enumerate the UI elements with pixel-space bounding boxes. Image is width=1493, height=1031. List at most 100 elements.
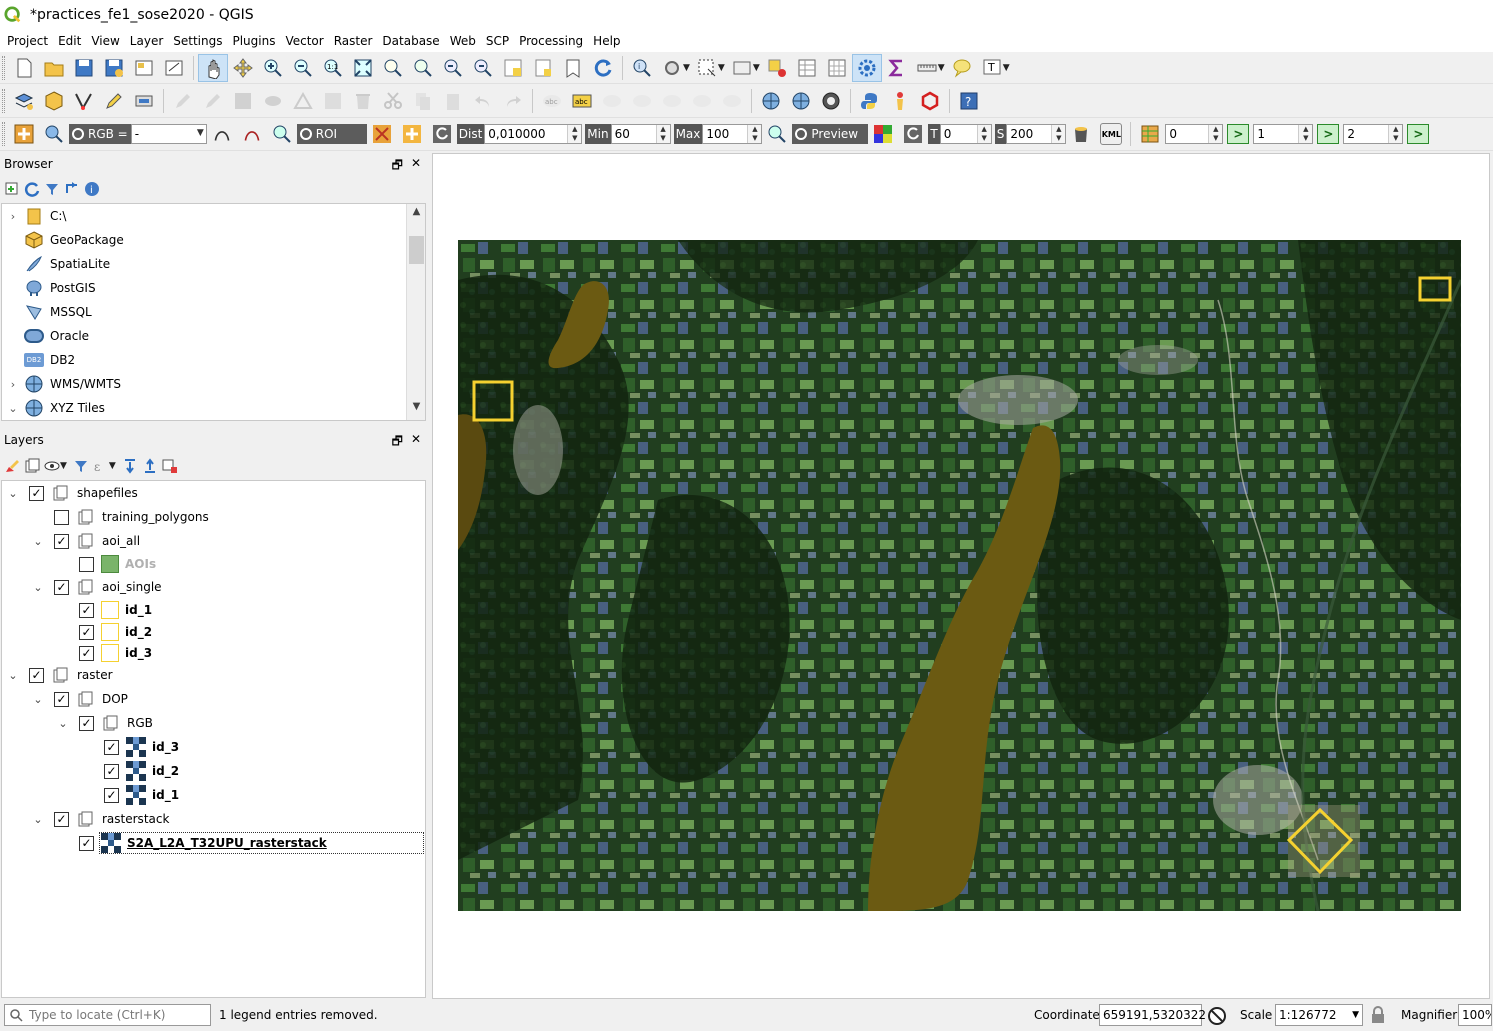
- band-calc-button[interactable]: [1135, 120, 1165, 148]
- layer-row-dop-id-3[interactable]: ✓ id_3: [2, 736, 425, 758]
- lock-icon[interactable]: [1370, 1006, 1386, 1024]
- new-print-layout-button[interactable]: [129, 54, 159, 82]
- layer-row-aoi-id-3[interactable]: ✓ id_3: [2, 642, 425, 664]
- filter-icon[interactable]: [44, 181, 60, 197]
- add-group-icon[interactable]: [24, 458, 40, 474]
- spin-arrows-icon[interactable]: ▲ ▼: [1298, 125, 1313, 143]
- scp-band-button-1[interactable]: [207, 120, 237, 148]
- chevron-up-icon[interactable]: ▲: [407, 206, 425, 223]
- python-console-button[interactable]: [855, 87, 885, 115]
- spin-arrows-icon[interactable]: ▲ ▼: [567, 125, 582, 143]
- layer-row-dop-id-2[interactable]: ✓ id_2: [2, 760, 425, 782]
- save-as-button[interactable]: [99, 54, 129, 82]
- edit-pencil-button[interactable]: [198, 87, 228, 115]
- pan-map-button[interactable]: [198, 53, 228, 82]
- eye-icon[interactable]: [44, 458, 60, 474]
- filter-icon[interactable]: [73, 458, 89, 474]
- scp-zoom-preview-button[interactable]: [762, 120, 792, 148]
- delete-selected-button[interactable]: [348, 87, 378, 115]
- browser-item-spatialite[interactable]: SpatiaLite: [2, 252, 110, 276]
- layer-checkbox[interactable]: ✓: [79, 645, 94, 661]
- layer-row-aoi-all[interactable]: ⌄ ✓ aoi_all: [2, 530, 425, 552]
- style-brush-icon[interactable]: [4, 458, 20, 474]
- label-toolbar-button-5[interactable]: [687, 87, 717, 115]
- map-canvas[interactable]: [432, 153, 1490, 999]
- zoom-layer-button[interactable]: [408, 54, 438, 82]
- layer-row-rgb[interactable]: ⌄ ✓ RGB: [2, 712, 425, 734]
- spin-arrows-icon[interactable]: ▲ ▼: [976, 125, 991, 143]
- browser-item-geopackage[interactable]: GeoPackage: [2, 228, 124, 252]
- s-spinbox[interactable]: 200 ▲ ▼: [1006, 124, 1067, 144]
- preview-radio[interactable]: Preview: [792, 124, 869, 144]
- modify-attributes-button[interactable]: [318, 87, 348, 115]
- scp-kml-button[interactable]: KML: [1096, 120, 1126, 148]
- menu-settings[interactable]: Settings: [168, 30, 227, 52]
- zoom-full-button[interactable]: [348, 54, 378, 82]
- layer-checkbox[interactable]: ✓: [54, 691, 69, 707]
- layout-manager-button[interactable]: [159, 54, 189, 82]
- zoom-native-button[interactable]: 1:1: [318, 54, 348, 82]
- t-spinbox[interactable]: 0 ▲ ▼: [939, 124, 992, 144]
- remove-layer-icon[interactable]: [162, 458, 178, 474]
- band-spinbox-3[interactable]: 2 ▲ ▼: [1343, 124, 1404, 144]
- min-spinbox[interactable]: 60 ▲ ▼: [610, 124, 671, 144]
- layer-checkbox[interactable]: [54, 509, 69, 525]
- chevron-down-icon[interactable]: ⌄: [6, 669, 20, 682]
- browser-item-wms[interactable]: › WMS/WMTS: [2, 372, 121, 396]
- scp-add-roi-button[interactable]: [397, 120, 427, 148]
- paste-features-button[interactable]: [438, 87, 468, 115]
- toolbar-grip[interactable]: [2, 55, 5, 80]
- help-button[interactable]: ?: [954, 87, 984, 115]
- layer-checkbox[interactable]: ✓: [79, 835, 94, 851]
- band-next-button-1[interactable]: >: [1227, 124, 1250, 144]
- map-tips-button[interactable]: [947, 54, 977, 82]
- new-map-view-button[interactable]: [498, 54, 528, 82]
- rgb-radio[interactable]: RGB =: [69, 124, 131, 144]
- spin-arrows-icon[interactable]: ▲ ▼: [1388, 125, 1403, 143]
- menu-database[interactable]: Database: [377, 30, 444, 52]
- chevron-down-icon[interactable]: ⌄: [6, 487, 20, 500]
- layer-checkbox[interactable]: ✓: [79, 715, 94, 731]
- dist-spinbox[interactable]: 0,010000 ▲ ▼: [484, 124, 583, 144]
- band-spinbox-1[interactable]: 0 ▲ ▼: [1165, 124, 1224, 144]
- menu-view[interactable]: View: [86, 30, 124, 52]
- scp-zoom-input-button[interactable]: [39, 120, 69, 148]
- layer-checkbox[interactable]: ✓: [104, 787, 119, 803]
- add-selected-layers-icon[interactable]: [4, 181, 20, 197]
- float-panel-icon[interactable]: 🗗: [392, 432, 403, 453]
- rgb-combo[interactable]: - ▼: [130, 124, 207, 144]
- layer-checkbox[interactable]: ✓: [29, 667, 44, 683]
- crs-toggle-icon[interactable]: [1207, 1006, 1227, 1026]
- close-icon[interactable]: ✕: [411, 156, 421, 177]
- chevron-down-icon[interactable]: ⌄: [31, 693, 45, 706]
- browser-item-mssql[interactable]: MSSQL: [2, 300, 92, 324]
- zoom-next-button[interactable]: [468, 54, 498, 82]
- chevron-down-icon[interactable]: ▼: [60, 461, 67, 471]
- data-source-manager-button[interactable]: [9, 87, 39, 115]
- layer-row-rasterstack-group[interactable]: ⌄ ✓ rasterstack: [2, 808, 425, 830]
- chevron-right-icon[interactable]: ›: [2, 210, 24, 223]
- field-calculator-button[interactable]: [822, 54, 852, 82]
- scp-band-button-2[interactable]: [237, 120, 267, 148]
- coordinate-field[interactable]: 659191,5320322: [1099, 1004, 1206, 1026]
- layer-row-dop-id-1[interactable]: ✓ id_1: [2, 784, 425, 806]
- toolbar-grip[interactable]: [2, 122, 5, 146]
- layer-row-s2a-rasterstack[interactable]: ✓ S2A_L2A_T32UPU_rasterstack: [2, 832, 425, 854]
- layer-checkbox[interactable]: ✓: [104, 739, 119, 755]
- layer-checkbox[interactable]: ✓: [79, 602, 94, 618]
- spin-arrows-icon[interactable]: ▲ ▼: [747, 125, 762, 143]
- scp-main-button[interactable]: [9, 120, 39, 148]
- chevron-down-icon[interactable]: ▼: [683, 63, 690, 73]
- scp-redo-preview-button[interactable]: [898, 120, 928, 148]
- menu-project[interactable]: Project: [2, 30, 53, 52]
- layer-row-shapefiles[interactable]: ⌄ ✓ shapefiles: [2, 482, 425, 504]
- layer-checkbox[interactable]: ✓: [29, 485, 44, 501]
- layer-row-aoi-id-2[interactable]: ✓ id_2: [2, 621, 425, 643]
- collapse-all-icon[interactable]: [142, 458, 158, 474]
- label-toolbar-button-6[interactable]: [717, 87, 747, 115]
- statistical-summary-button[interactable]: [882, 54, 912, 82]
- layer-checkbox[interactable]: ✓: [54, 533, 69, 549]
- scp-roi-draw-button[interactable]: [367, 120, 397, 148]
- layer-checkbox[interactable]: ✓: [79, 624, 94, 640]
- processing-toolbox-button[interactable]: [851, 53, 882, 82]
